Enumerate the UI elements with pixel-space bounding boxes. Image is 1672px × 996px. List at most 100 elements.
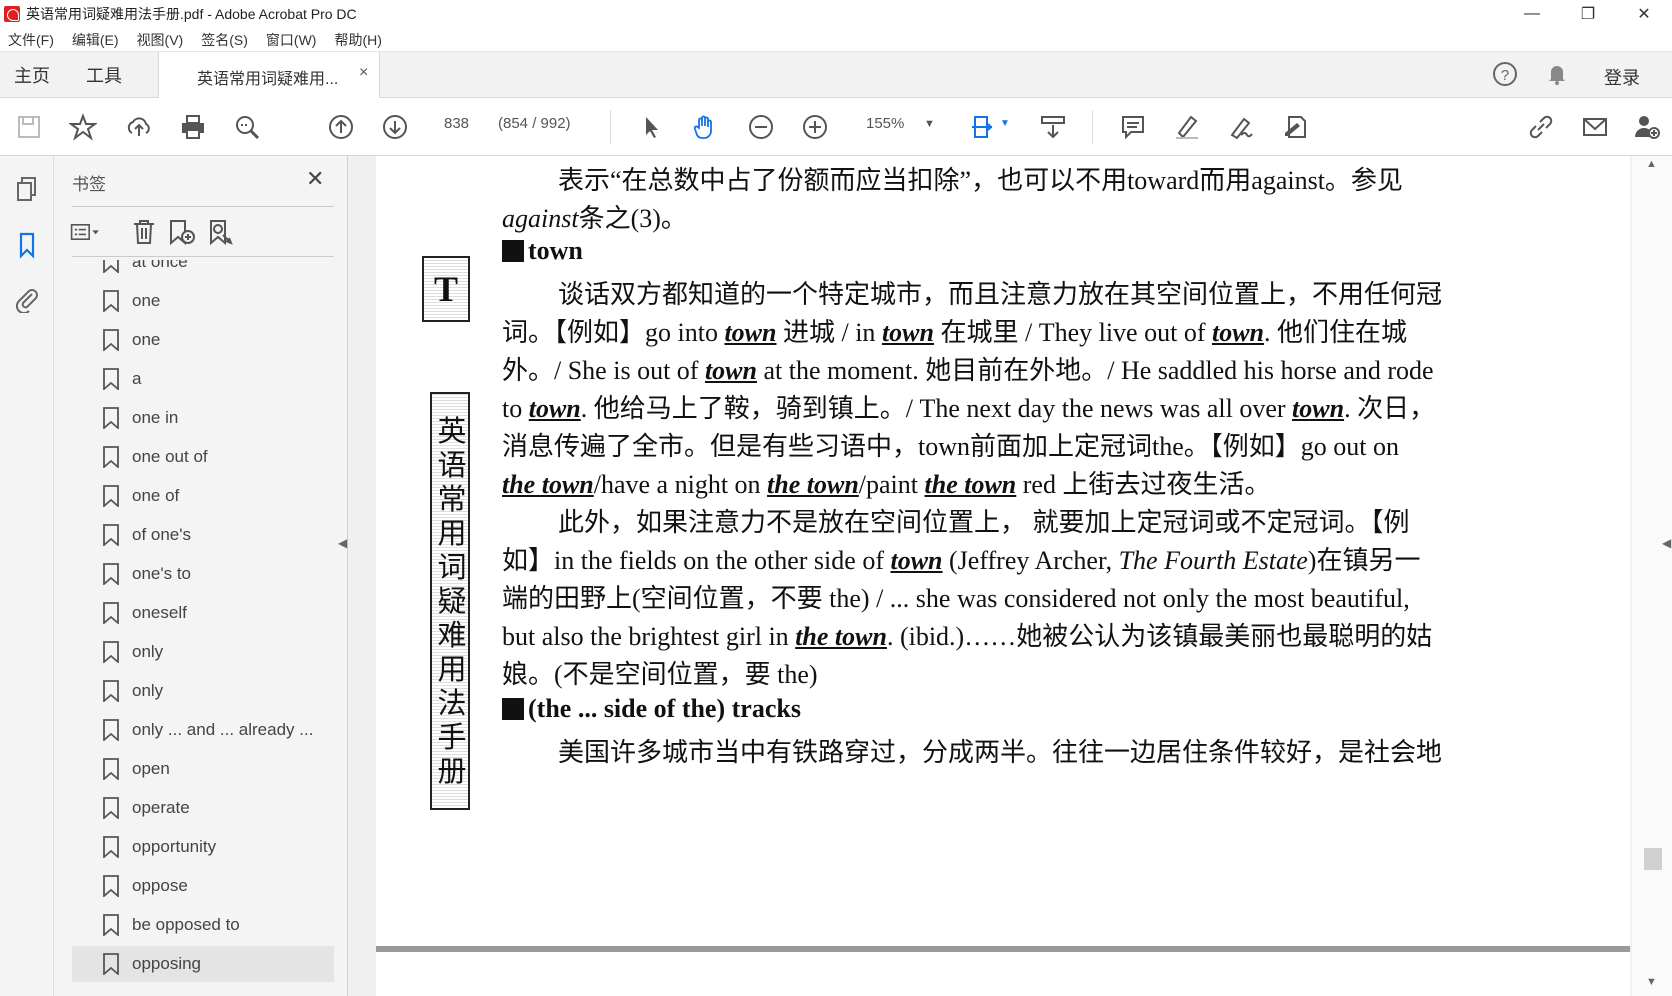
bookmark-label: of one's xyxy=(132,525,192,544)
bookmark-item[interactable]: operate xyxy=(72,790,334,826)
tab-document[interactable]: 英语常用词疑难用... × xyxy=(158,52,380,98)
sign-icon[interactable] xyxy=(1224,110,1258,144)
zoom-search-icon[interactable] xyxy=(230,110,264,144)
bookmark-item[interactable]: at once xyxy=(72,260,334,280)
menu-file[interactable]: 文件(F) xyxy=(8,30,54,50)
bookmark-item[interactable]: one out of xyxy=(72,439,334,475)
bookmark-item[interactable]: opposing xyxy=(72,946,334,982)
bookmark-item[interactable]: only xyxy=(72,634,334,670)
minimize-button[interactable]: — xyxy=(1504,0,1560,28)
scroll-up-icon[interactable]: ▲ xyxy=(1646,158,1657,170)
menu-edit[interactable]: 编辑(E) xyxy=(72,30,119,50)
pages-icon[interactable] xyxy=(12,174,42,204)
emphasis-word: the town xyxy=(767,470,859,499)
text-line: 端的田野上(空间位置，不要 the) / ... she was conside… xyxy=(502,584,1410,613)
heading-square xyxy=(502,240,524,262)
tab-document-label: 英语常用词疑难用... xyxy=(197,71,339,88)
bookmark-item[interactable]: be opposed to xyxy=(72,907,334,943)
scroll-down-icon[interactable]: ▼ xyxy=(1646,976,1657,988)
tab-tools[interactable]: 工具 xyxy=(86,62,122,88)
expand-right-pane-icon[interactable]: ◀ xyxy=(1662,536,1671,550)
text-span: . 次日， xyxy=(1344,394,1436,423)
text-span: (Jeffrey Archer, xyxy=(942,546,1119,575)
text-line: 谈话双方都知道的一个特定城市，而且注意力放在其空间位置上，不用任何冠 xyxy=(558,280,1443,309)
bookmark-icon[interactable] xyxy=(12,230,42,260)
bookmark-item[interactable]: one xyxy=(72,322,334,358)
star-icon[interactable] xyxy=(66,110,100,144)
menu-sign[interactable]: 签名(S) xyxy=(201,30,248,50)
zoom-in-icon[interactable] xyxy=(798,110,832,144)
bookmark-item[interactable]: opportunity xyxy=(72,829,334,865)
email-icon[interactable] xyxy=(1578,110,1612,144)
bookmark-item[interactable]: oppose xyxy=(72,868,334,904)
select-arrow-icon[interactable] xyxy=(634,110,668,144)
hand-icon[interactable] xyxy=(688,110,722,144)
bell-icon[interactable] xyxy=(1544,61,1570,93)
bookmark-item[interactable]: only xyxy=(72,673,334,709)
heading-text: town xyxy=(528,236,583,265)
attachment-icon[interactable] xyxy=(12,284,42,314)
bookmark-label: open xyxy=(132,759,170,778)
toolbar: 838 (854 / 992) 155% ▼ ▼ xyxy=(0,98,1672,156)
emphasis-word: the town xyxy=(924,470,1017,499)
bookmark-label: one xyxy=(132,330,161,349)
emphasis-word: the town xyxy=(502,470,594,499)
maximize-button[interactable]: ❐ xyxy=(1560,0,1616,28)
bookmark-icon xyxy=(103,368,119,390)
bookmark-icon xyxy=(103,407,119,429)
print-icon[interactable] xyxy=(176,110,210,144)
close-panel-button[interactable]: ✕ xyxy=(306,166,324,192)
upload-icon[interactable] xyxy=(122,110,156,144)
comment-icon[interactable] xyxy=(1116,110,1150,144)
find-bookmark-icon[interactable] xyxy=(206,216,238,248)
fit-dropdown-icon[interactable]: ▼ xyxy=(1000,118,1010,129)
bookmark-item[interactable]: oneself xyxy=(72,595,334,631)
bookmark-item[interactable]: one xyxy=(72,283,334,319)
bookmark-options-icon[interactable] xyxy=(70,216,102,248)
zoom-out-icon[interactable] xyxy=(744,110,778,144)
edit-icon[interactable] xyxy=(1278,110,1312,144)
fit-page-icon[interactable] xyxy=(966,110,1000,144)
bookmark-item[interactable]: only ... and ... already ... xyxy=(72,712,334,748)
share-link-icon[interactable] xyxy=(1524,110,1558,144)
bookmark-icon xyxy=(103,524,119,546)
text-line: against条之(3)。 xyxy=(502,198,1612,235)
bookmark-label: opposing xyxy=(132,954,202,973)
page-up-icon[interactable] xyxy=(324,110,358,144)
highlight-icon[interactable] xyxy=(1170,110,1204,144)
bookmark-item[interactable]: open xyxy=(72,751,334,787)
delete-bookmark-icon[interactable] xyxy=(128,216,160,248)
bookmark-item[interactable]: a xyxy=(72,361,334,397)
bookmark-item[interactable]: one of xyxy=(72,478,334,514)
menu-window[interactable]: 窗口(W) xyxy=(266,30,317,50)
zoom-dropdown-icon[interactable]: ▼ xyxy=(924,118,935,130)
menu-help[interactable]: 帮助(H) xyxy=(334,30,381,50)
login-button[interactable]: 登录 xyxy=(1604,64,1640,90)
bookmark-item[interactable]: one in xyxy=(72,400,334,436)
scrollbar-thumb[interactable] xyxy=(1644,848,1662,870)
collapse-panel-icon[interactable]: ◀ xyxy=(338,536,347,550)
scroll-mode-icon[interactable] xyxy=(1036,110,1070,144)
bookmark-item[interactable]: one's to xyxy=(72,556,334,592)
bookmark-icon xyxy=(103,719,119,741)
document-scrollbar[interactable]: ▲ ▼ ◀ xyxy=(1632,156,1672,996)
menu-view[interactable]: 视图(V) xyxy=(137,30,184,50)
text-span: 进城 / in xyxy=(776,318,882,347)
close-window-button[interactable]: ✕ xyxy=(1616,0,1672,28)
save-icon[interactable] xyxy=(12,110,46,144)
tab-home[interactable]: 主页 xyxy=(14,62,50,88)
zoom-level[interactable]: 155% xyxy=(866,115,904,132)
text-line: but also the brightest girl in the town.… xyxy=(502,616,1612,653)
bookmark-icon xyxy=(103,836,119,858)
page-down-icon[interactable] xyxy=(378,110,412,144)
text-span: at the moment. 她目前在外地。/ He saddled his h… xyxy=(756,356,1434,385)
bookmark-item[interactable]: of one's xyxy=(72,517,334,553)
bookmark-label: oppose xyxy=(132,876,188,895)
bookmark-icon xyxy=(103,260,119,273)
tab-close-button[interactable]: × xyxy=(359,64,368,82)
bookmark-label: one out of xyxy=(132,447,208,466)
new-bookmark-icon[interactable] xyxy=(166,216,198,248)
help-icon[interactable]: ? xyxy=(1492,61,1518,93)
page-number-input[interactable]: 838 xyxy=(444,115,469,132)
add-user-icon[interactable] xyxy=(1630,110,1664,144)
